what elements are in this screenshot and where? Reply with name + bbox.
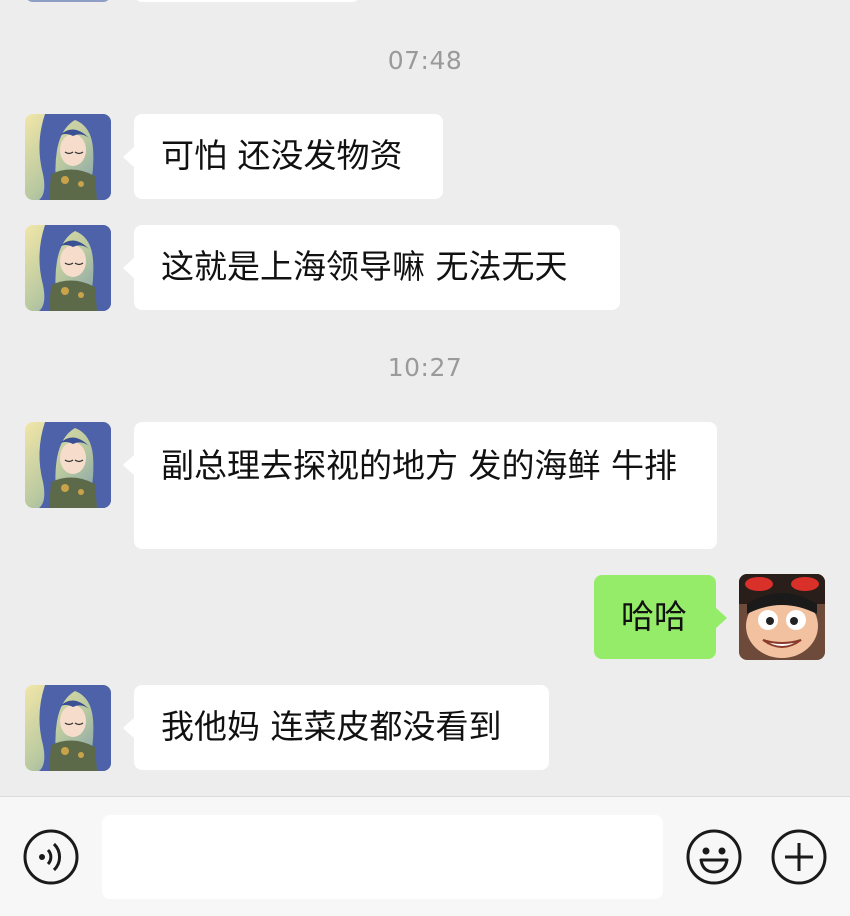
timestamp: 10:27	[387, 353, 463, 382]
chat-screen: 07:48 可怕 还没发物资 这就是上海领导嘛 无法无天 10:27 副总理去探…	[0, 0, 850, 916]
message-input[interactable]	[102, 815, 663, 899]
timestamp: 07:48	[387, 46, 463, 75]
plus-icon[interactable]	[770, 828, 828, 886]
contact-avatar[interactable]	[25, 685, 111, 771]
contact-avatar-partial[interactable]	[25, 0, 111, 2]
incoming-message[interactable]: 可怕 还没发物资	[123, 114, 443, 199]
contact-avatar[interactable]	[25, 225, 111, 311]
incoming-message[interactable]: 副总理去探视的地方 发的海鲜 牛排	[123, 422, 717, 549]
contact-avatar[interactable]	[25, 422, 111, 508]
contact-avatar[interactable]	[25, 114, 111, 200]
input-toolbar	[0, 796, 850, 916]
incoming-message[interactable]: 我他妈 连菜皮都没看到	[123, 685, 549, 770]
incoming-message[interactable]: 这就是上海领导嘛 无法无天	[123, 225, 620, 310]
my-avatar[interactable]	[739, 574, 825, 660]
previous-message-bubble	[134, 0, 360, 2]
message-list[interactable]: 07:48 可怕 还没发物资 这就是上海领导嘛 无法无天 10:27 副总理去探…	[0, 0, 850, 796]
outgoing-message[interactable]: 哈哈	[594, 575, 727, 659]
emoji-icon[interactable]	[685, 828, 743, 886]
voice-icon[interactable]	[22, 828, 80, 886]
